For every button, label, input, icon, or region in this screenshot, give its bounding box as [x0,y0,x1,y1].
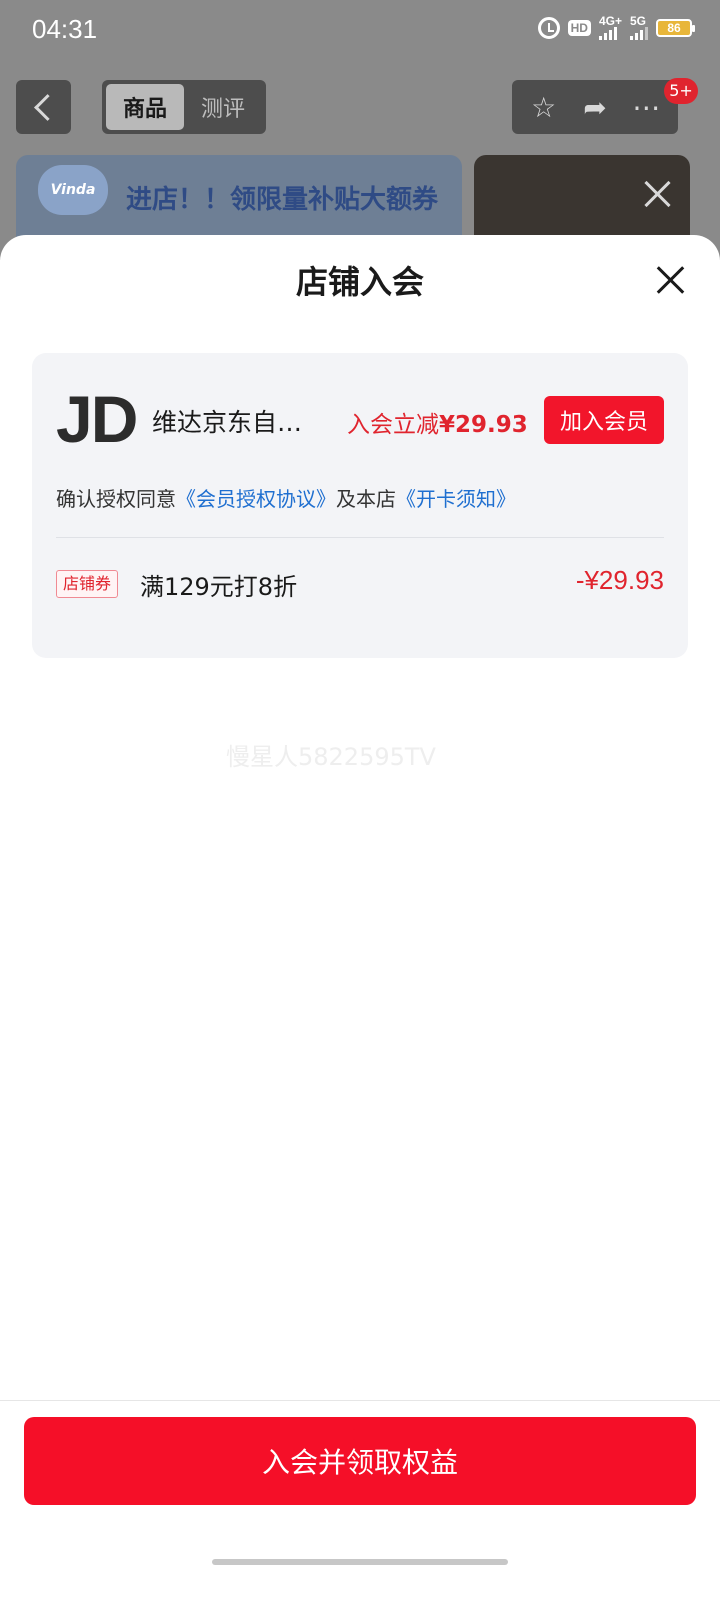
home-indicator[interactable] [212,1559,508,1565]
signal-4g-icon: 4G+ [598,14,622,40]
signal-bars-icon [630,26,648,40]
battery-icon: 86 [656,19,695,37]
tab-review[interactable]: 测评 [184,84,262,130]
hd-icon: HD [567,20,591,36]
divider [56,537,664,538]
sheet-title: 店铺入会 [295,263,424,301]
jd-logo: JD [56,382,138,456]
join-and-claim-button[interactable]: 入会并领取权益 [24,1417,696,1505]
membership-sheet: 店铺入会 JD 维达京东自… 入会立减¥29.93 加入会员 确认授权同意《会员… [0,235,720,1600]
card-notice-link[interactable]: 《开卡须知》 [396,487,516,511]
more-icon[interactable]: ⋯ [626,87,666,127]
back-button[interactable] [16,80,71,134]
shop-member-card: JD 维达京东自… 入会立减¥29.93 加入会员 确认授权同意《会员授权协议》… [32,353,688,658]
agreement-prefix: 确认授权同意 [56,487,176,511]
status-icons: HD 4G+ 5G 86 [537,14,695,40]
product-tabs: 商品 测评 [102,80,266,134]
status-time: 04:31 [32,14,98,44]
share-icon[interactable]: ➦ [575,87,615,127]
header-actions: ☆ ➦ ⋯ [512,80,678,134]
coupon-amount: -¥29.93 [575,565,664,595]
watermark: 慢星人5822595TV [226,743,436,771]
store-coupon-tag: 店铺券 [56,570,119,598]
coupon-description: 满129元打8折 [140,573,298,601]
agreement-line: 确认授权同意《会员授权协议》及本店《开卡须知》 [56,483,516,512]
join-member-button[interactable]: 加入会员 [544,396,664,444]
status-bar: 04:31 HD 4G+ 5G 86 [0,0,720,60]
agreement-middle: 及本店 [336,487,396,511]
discount-prefix: 入会立减 [347,412,439,438]
member-discount: 入会立减¥29.93 [347,405,528,439]
tab-product[interactable]: 商品 [106,84,184,130]
background-product-page: 04:31 HD 4G+ 5G 86 商品 测评 ☆ ➦ ⋯ 5+ Vinda … [0,0,720,260]
star-icon[interactable]: ☆ [524,87,564,127]
signal-5g-icon: 5G [630,14,648,40]
shop-name: 维达京东自… [152,408,303,437]
bottom-bar: 入会并领取权益 [0,1400,720,1600]
network-5g-label: 5G [630,14,647,28]
banner-text: 进店！！领限量补贴大额券 [126,185,439,215]
signal-bars-icon [598,26,617,40]
close-icon[interactable] [650,260,690,300]
close-icon[interactable] [640,177,674,211]
alarm-icon [537,17,560,39]
network-4g-label: 4G+ [598,14,622,28]
message-badge: 5+ [664,78,698,104]
member-authorization-link[interactable]: 《会员授权协议》 [176,487,336,511]
discount-amount: ¥29.93 [439,412,528,438]
vinda-logo: Vinda [38,165,108,215]
